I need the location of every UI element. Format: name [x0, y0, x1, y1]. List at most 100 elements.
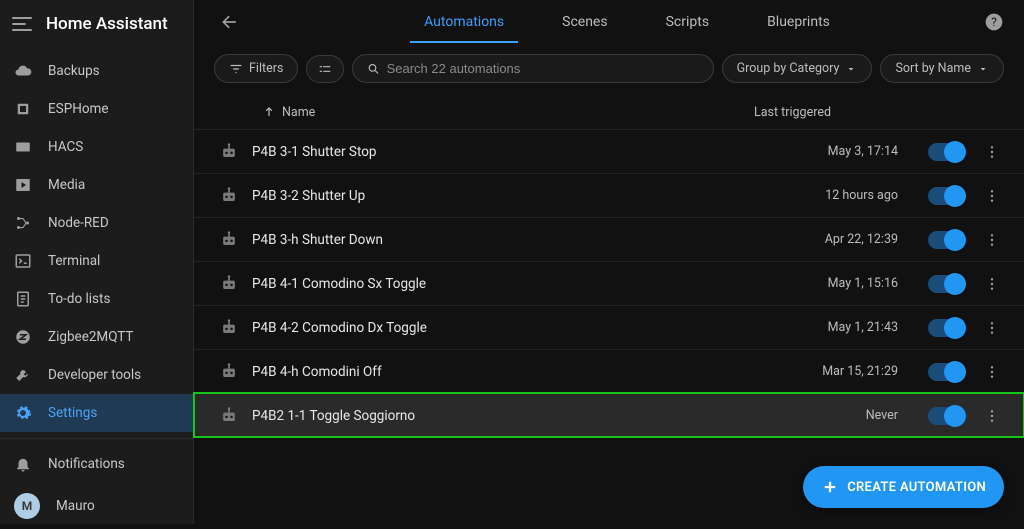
- sidebar-header: Home Assistant: [0, 0, 193, 48]
- more-menu[interactable]: [984, 320, 1004, 336]
- tab-scenes[interactable]: Scenes: [558, 2, 611, 42]
- last-triggered: 12 hours ago: [788, 188, 898, 203]
- media-icon: [14, 176, 32, 194]
- sidebar-item-label: HACS: [48, 139, 83, 155]
- more-menu[interactable]: [984, 364, 1004, 380]
- automation-row[interactable]: P4B 4-h Comodini Off Mar 15, 21:29: [194, 349, 1024, 393]
- sidebar-item-label: Node-RED: [48, 215, 109, 231]
- automation-row[interactable]: P4B 3-1 Shutter Stop May 3, 17:14: [194, 129, 1024, 173]
- wrench-icon: [14, 366, 32, 384]
- more-menu[interactable]: [984, 232, 1004, 248]
- tab-automations[interactable]: Automations: [420, 2, 508, 42]
- enable-toggle[interactable]: [928, 143, 964, 161]
- sidebar-item-label: To-do lists: [48, 291, 110, 307]
- robot-icon: [214, 142, 244, 162]
- automation-list: P4B 3-1 Shutter Stop May 3, 17:14 P4B 3-…: [194, 129, 1024, 437]
- automation-name: P4B 3-2 Shutter Up: [252, 188, 788, 204]
- tab-scripts[interactable]: Scripts: [662, 2, 713, 42]
- more-menu[interactable]: [984, 144, 1004, 160]
- sidebar-item-label: Notifications: [48, 456, 125, 472]
- nodes-icon: [14, 214, 32, 232]
- enable-toggle[interactable]: [928, 319, 964, 337]
- table-header: Name Last triggered: [194, 95, 1024, 129]
- last-triggered: May 3, 17:14: [788, 144, 898, 159]
- sidebar-item-label: ESPHome: [48, 101, 109, 117]
- search-field[interactable]: [352, 54, 713, 83]
- col-name-header[interactable]: Name: [262, 105, 754, 120]
- automation-row[interactable]: P4B 3-h Shutter Down Apr 22, 12:39: [194, 217, 1024, 261]
- sort-asc-icon: [262, 105, 276, 119]
- sidebar-item-user[interactable]: M Mauro: [0, 483, 193, 529]
- sidebar-item-notifications[interactable]: Notifications: [0, 445, 193, 483]
- sidebar-item-hacs[interactable]: HACS: [0, 128, 193, 166]
- filters-button[interactable]: Filters: [214, 54, 298, 83]
- automation-name: P4B 4-h Comodini Off: [252, 364, 788, 380]
- chip-icon: [14, 100, 32, 118]
- create-automation-button[interactable]: CREATE AUTOMATION: [803, 466, 1004, 508]
- avatar: M: [14, 493, 40, 519]
- sidebar-list: Backups ESPHome HACS Media Node-RED: [0, 48, 193, 529]
- group-by-dropdown[interactable]: Group by Category: [722, 54, 873, 83]
- sidebar-item-media[interactable]: Media: [0, 166, 193, 204]
- last-triggered: Never: [788, 408, 898, 423]
- more-menu[interactable]: [984, 408, 1004, 424]
- zigbee-icon: [14, 328, 32, 346]
- menu-icon[interactable]: [12, 17, 32, 31]
- enable-toggle[interactable]: [928, 187, 964, 205]
- help-button[interactable]: ?: [984, 12, 1004, 32]
- automation-row[interactable]: P4B2 1-1 Toggle Soggiorno Never: [194, 393, 1024, 437]
- automation-name: P4B2 1-1 Toggle Soggiorno: [252, 408, 788, 424]
- plus-icon: [821, 478, 839, 496]
- toggle-list-button[interactable]: [306, 55, 344, 83]
- sidebar-item-label: Settings: [48, 405, 97, 421]
- search-input[interactable]: [387, 61, 699, 76]
- tabs: Automations Scenes Scripts Blueprints: [270, 2, 984, 42]
- filters-label: Filters: [249, 61, 283, 76]
- last-triggered: May 1, 15:16: [788, 276, 898, 291]
- enable-toggle[interactable]: [928, 363, 964, 381]
- robot-icon: [214, 406, 244, 426]
- last-triggered: May 1, 21:43: [788, 320, 898, 335]
- sidebar-divider: [0, 438, 193, 439]
- automation-row[interactable]: P4B 4-2 Comodino Dx Toggle May 1, 21:43: [194, 305, 1024, 349]
- automation-row[interactable]: P4B 3-2 Shutter Up 12 hours ago: [194, 173, 1024, 217]
- fab-label: CREATE AUTOMATION: [847, 480, 986, 495]
- more-menu[interactable]: [984, 188, 1004, 204]
- sidebar-item-label: Zigbee2MQTT: [48, 329, 133, 345]
- robot-icon: [214, 362, 244, 382]
- sidebar-item-nodered[interactable]: Node-RED: [0, 204, 193, 242]
- enable-toggle[interactable]: [928, 275, 964, 293]
- automation-name: P4B 3-h Shutter Down: [252, 232, 788, 248]
- enable-toggle[interactable]: [928, 231, 964, 249]
- back-button[interactable]: [214, 6, 246, 38]
- sort-by-dropdown[interactable]: Sort by Name: [880, 54, 1004, 83]
- filter-icon: [229, 62, 243, 76]
- sidebar-item-terminal[interactable]: Terminal: [0, 242, 193, 280]
- last-triggered: Mar 15, 21:29: [788, 364, 898, 379]
- tab-blueprints[interactable]: Blueprints: [763, 2, 834, 42]
- main: Automations Scenes Scripts Blueprints ? …: [194, 0, 1024, 524]
- automation-name: P4B 3-1 Shutter Stop: [252, 144, 788, 160]
- sidebar-item-esphome[interactable]: ESPHome: [0, 90, 193, 128]
- list-icon: [317, 62, 333, 76]
- sidebar-item-devtools[interactable]: Developer tools: [0, 356, 193, 394]
- col-triggered-header[interactable]: Last triggered: [754, 105, 874, 120]
- automation-row[interactable]: P4B 4-1 Comodino Sx Toggle May 1, 15:16: [194, 261, 1024, 305]
- more-menu[interactable]: [984, 276, 1004, 292]
- app-title: Home Assistant: [46, 14, 168, 34]
- sidebar-item-todo[interactable]: To-do lists: [0, 280, 193, 318]
- chevron-down-icon: [977, 63, 989, 75]
- sidebar-item-zigbee[interactable]: Zigbee2MQTT: [0, 318, 193, 356]
- enable-toggle[interactable]: [928, 407, 964, 425]
- hacs-icon: [14, 138, 32, 156]
- sidebar-item-backups[interactable]: Backups: [0, 52, 193, 90]
- terminal-icon: [14, 252, 32, 270]
- last-triggered: Apr 22, 12:39: [788, 232, 898, 247]
- sidebar-item-settings[interactable]: Settings: [0, 394, 193, 432]
- chevron-down-icon: [845, 63, 857, 75]
- sidebar-item-label: Developer tools: [48, 367, 141, 383]
- automation-name: P4B 4-2 Comodino Dx Toggle: [252, 320, 788, 336]
- gear-icon: [14, 404, 32, 422]
- bell-icon: [14, 455, 32, 473]
- svg-text:?: ?: [991, 15, 997, 29]
